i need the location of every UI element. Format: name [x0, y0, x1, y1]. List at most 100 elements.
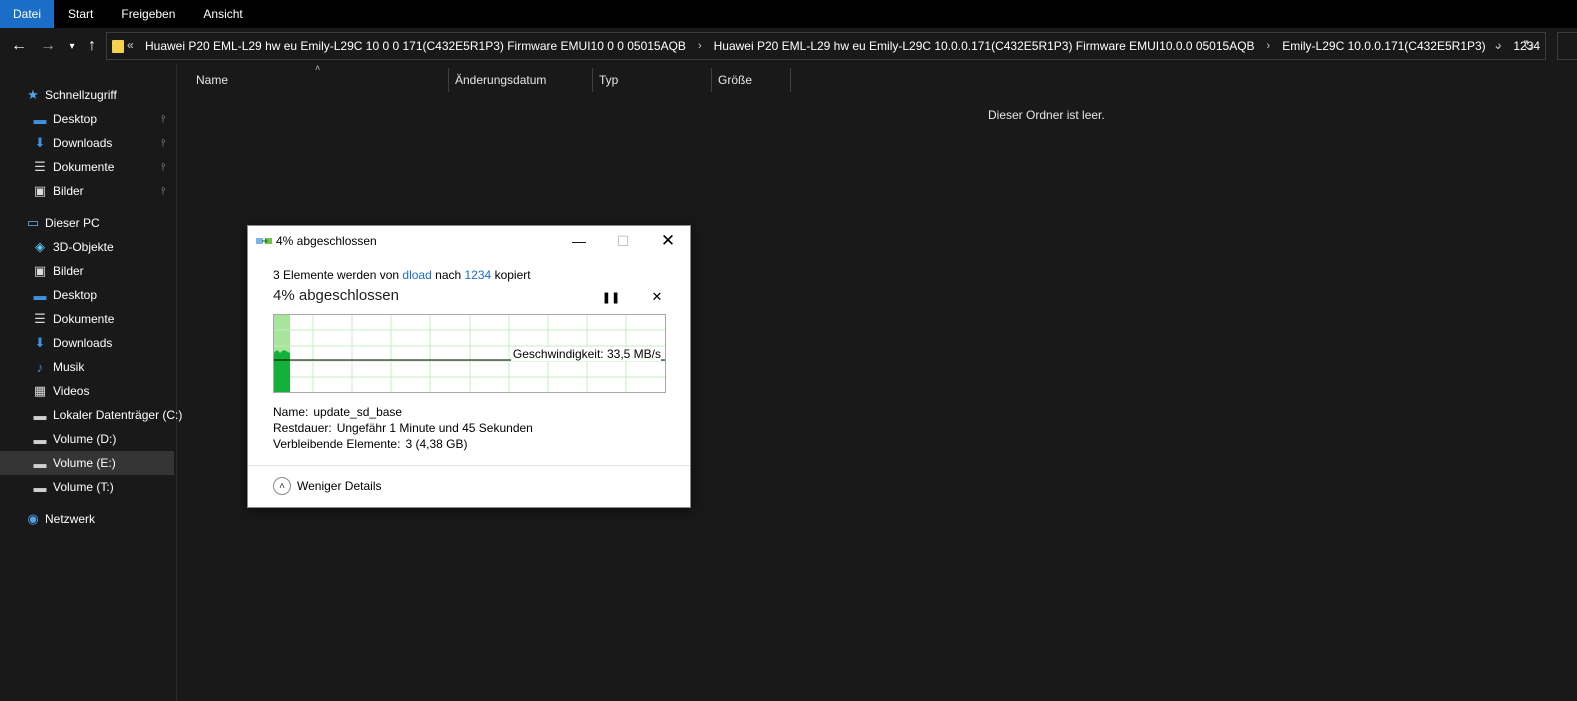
less-details-button[interactable]: ˄ Weniger Details — [273, 477, 381, 495]
sidebar-item-downloads[interactable]: ⬇ Downloads — [0, 331, 174, 355]
sidebar-item-dokumente[interactable]: ☰ Dokumente ⫯ — [0, 155, 174, 179]
pin-icon[interactable]: ⫯ — [161, 162, 165, 173]
pause-icon[interactable]: ❚❚ — [602, 288, 620, 306]
sidebar-item-label: Dokumente — [53, 312, 115, 326]
sidebar-item-videos[interactable]: ▦ Videos — [0, 379, 174, 403]
drive-icon: ▬ — [33, 431, 47, 447]
sidebar-item-label: Schnellzugriff — [45, 88, 117, 102]
download-icon: ⬇ — [34, 335, 46, 350]
speed-label: Geschwindigkeit: 33,5 MB/s — [510, 347, 661, 361]
remaining-value: Ungefähr 1 Minute und 45 Sekunden — [336, 421, 533, 435]
breadcrumb-item[interactable]: Emily-L29C 10.0.0.171(C432E5R1P3) — [1282, 39, 1485, 53]
chevron-right-icon[interactable]: › — [1267, 40, 1271, 52]
address-bar[interactable]: « Huawei P20 EML-L29 hw eu Emily-L29C 10… — [106, 32, 1546, 60]
minimize-icon[interactable]: — — [564, 230, 594, 252]
computer-icon: ▭ — [26, 215, 40, 230]
transfer-speed-graph: Geschwindigkeit: 33,5 MB/s — [273, 314, 666, 393]
sidebar-item-label: Desktop — [53, 112, 98, 126]
tab-ansicht[interactable]: Ansicht — [189, 0, 256, 28]
column-date[interactable]: Änderungsdatum — [455, 64, 546, 96]
tab-freigeben[interactable]: Freigeben — [107, 0, 189, 28]
name-value: update_sd_base — [313, 405, 403, 419]
sidebar-item-label: 3D-Objekte — [53, 240, 114, 254]
sidebar-item-dokumente[interactable]: ☰ Dokumente — [0, 307, 174, 331]
sort-caret-icon: ˄ — [315, 63, 321, 73]
column-divider[interactable] — [448, 68, 449, 92]
pin-icon[interactable]: ⫯ — [161, 186, 165, 197]
sidebar-item-volume-d[interactable]: ▬ Volume (D:) — [0, 427, 174, 451]
refresh-icon[interactable]: ↻ — [1523, 37, 1535, 54]
column-divider[interactable] — [711, 68, 712, 92]
ribbon: Datei Start Freigeben Ansicht — [0, 0, 1577, 28]
name-label: Name: — [273, 405, 309, 419]
drive-icon: ▬ — [33, 455, 47, 471]
column-type[interactable]: Typ — [599, 64, 618, 96]
info-remaining-row: Restdauer: Ungefähr 1 Minute und 45 Sekun… — [273, 421, 533, 435]
sidebar-item-desktop[interactable]: ▬ Desktop — [0, 283, 174, 307]
sidebar-item-volume-t[interactable]: ▬ Volume (T:) — [0, 475, 174, 499]
tab-datei[interactable]: Datei — [0, 0, 55, 28]
pin-icon[interactable]: ⫯ — [161, 114, 165, 125]
speed-area — [274, 350, 290, 392]
sidebar-item-label: Musik — [53, 360, 85, 374]
up-arrow-icon[interactable]: ↑ — [82, 36, 102, 56]
sidebar-item-label: Downloads — [53, 136, 113, 150]
chevron-right-icon[interactable]: › — [698, 40, 702, 52]
copy-progress-dialog: 4% abgeschlossen — ☐ ✕ 3 Elemente werden… — [247, 225, 691, 508]
document-icon: ☰ — [34, 311, 46, 326]
breadcrumb-item[interactable]: Huawei P20 EML-L29 hw eu Emily-L29C 10 0… — [145, 39, 686, 53]
items-label: Verbleibende Elemente: — [273, 437, 401, 451]
file-copy-icon — [256, 238, 272, 244]
back-arrow-icon[interactable]: ← — [9, 36, 29, 56]
summary-prefix: 3 Elemente werden von — [273, 268, 400, 282]
chevron-down-icon[interactable]: ⌄ — [1493, 38, 1503, 52]
sidebar-item-volume-e[interactable]: ▬ Volume (E:) — [0, 451, 174, 475]
sidebar-item-schnellzugriff[interactable]: ★ Schnellzugriff — [0, 83, 174, 107]
pin-icon[interactable]: ⫯ — [161, 138, 165, 149]
copy-summary: 3 Elemente werden von dload nach 1234 ko… — [273, 268, 531, 282]
sidebar-item-3d-objekte[interactable]: ◈ 3D-Objekte — [0, 235, 174, 259]
dialog-titlebar[interactable]: 4% abgeschlossen — ☐ ✕ — [248, 226, 690, 256]
network-icon: ◉ — [27, 511, 39, 526]
breadcrumb: Huawei P20 EML-L29 hw eu Emily-L29C 10 0… — [145, 33, 1540, 59]
column-size[interactable]: Größe — [718, 64, 752, 96]
column-divider[interactable] — [790, 68, 791, 92]
source-link[interactable]: dload — [402, 268, 431, 282]
column-name[interactable]: Name — [196, 64, 228, 96]
download-icon: ⬇ — [34, 135, 46, 150]
destination-link[interactable]: 1234 — [465, 268, 492, 282]
empty-folder-message: Dieser Ordner ist leer. — [988, 108, 1105, 122]
desktop-icon: ▬ — [33, 111, 47, 127]
sidebar-item-desktop[interactable]: ▬ Desktop ⫯ — [0, 107, 174, 131]
sidebar-item-label: Desktop — [53, 288, 98, 302]
navigation-pane: ★ Schnellzugriff ▬ Desktop ⫯ ⬇ Downloads ⫯ ☰ Doku… — [0, 64, 183, 701]
sidebar-item-lokaler-datenträger-c[interactable]: ▬ Lokaler Datenträger (C:) — [0, 403, 183, 427]
star-icon: ★ — [27, 87, 39, 102]
drive-icon: ▬ — [33, 479, 47, 495]
maximize-icon[interactable]: ☐ — [608, 230, 638, 252]
sidebar-item-dieser-pc[interactable]: ▭ Dieser PC — [0, 211, 174, 235]
sidebar-item-downloads[interactable]: ⬇ Downloads ⫯ — [0, 131, 174, 155]
column-divider[interactable] — [592, 68, 593, 92]
dialog-title: 4% abgeschlossen — [276, 234, 377, 248]
forward-arrow-icon[interactable]: → — [38, 36, 58, 56]
sidebar-item-netzwerk[interactable]: ◉ Netzwerk — [0, 507, 174, 531]
sidebar-item-bilder[interactable]: ▣ Bilder ⫯ — [0, 179, 174, 203]
search-input[interactable] — [1557, 32, 1577, 60]
drive-icon: ▬ — [33, 407, 47, 423]
sidebar-item-musik[interactable]: ♪ Musik — [0, 355, 174, 379]
recent-locations-chevron-icon[interactable]: ▾ — [62, 36, 82, 56]
sidebar-item-label: Volume (D:) — [53, 432, 117, 446]
music-icon: ♪ — [36, 359, 44, 375]
video-icon: ▦ — [33, 383, 47, 398]
sidebar-item-bilder[interactable]: ▣ Bilder — [0, 259, 174, 283]
close-icon[interactable]: ✕ — [653, 230, 683, 252]
cancel-icon[interactable]: ✕ — [648, 288, 666, 306]
chevron-left-icon[interactable]: « — [127, 38, 134, 52]
remaining-label: Restdauer: — [273, 421, 332, 435]
sidebar-item-label: Videos — [53, 384, 90, 398]
tab-start[interactable]: Start — [54, 0, 107, 28]
pictures-icon: ▣ — [33, 183, 47, 198]
breadcrumb-item[interactable]: Huawei P20 EML-L29 hw eu Emily-L29C 10.0… — [714, 39, 1255, 53]
sidebar-item-label: Downloads — [53, 336, 113, 350]
